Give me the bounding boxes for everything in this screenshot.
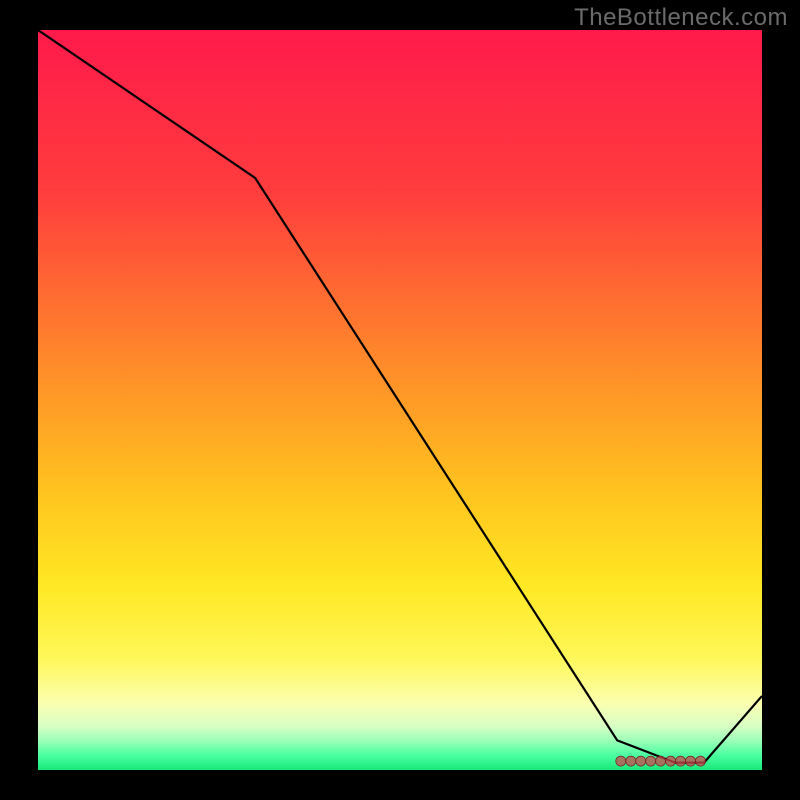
watermark-text: TheBottleneck.com [574, 4, 788, 32]
marker-dot [616, 756, 626, 766]
marker-dot [666, 756, 676, 766]
plot-area [38, 30, 762, 770]
gradient-background [38, 30, 762, 770]
marker-dot [696, 756, 706, 766]
chart-frame: TheBottleneck.com [0, 0, 800, 800]
marker-dot [636, 756, 646, 766]
chart-svg [38, 30, 762, 770]
marker-dot [626, 756, 636, 766]
marker-dot [656, 756, 666, 766]
marker-cluster [616, 756, 706, 766]
marker-dot [676, 756, 686, 766]
marker-dot [646, 756, 656, 766]
marker-dot [686, 756, 696, 766]
